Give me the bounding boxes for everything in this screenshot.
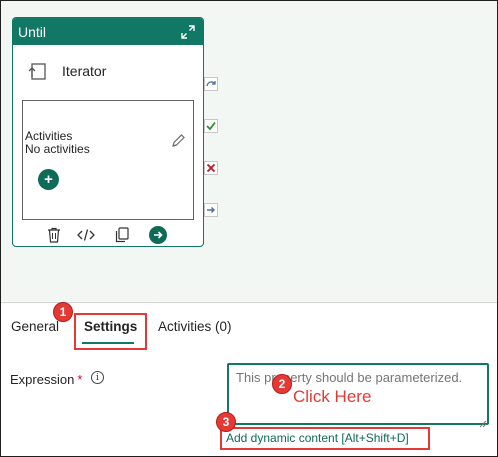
pipeline-canvas[interactable]: Until Iterator Activities No activities (1, 1, 497, 301)
properties-tabs: General Settings Activities (0) (1, 302, 497, 350)
iterator-label: Iterator (62, 63, 107, 79)
settings-tab-highlight (74, 313, 147, 350)
until-activity-card[interactable]: Until Iterator Activities No activities (12, 17, 204, 247)
pencil-icon[interactable] (170, 133, 186, 149)
expression-label: Expression * (10, 372, 82, 387)
no-activities-text: No activities (25, 142, 90, 156)
tab-activities[interactable]: Activities (0) (158, 319, 232, 334)
expression-input[interactable] (227, 363, 489, 425)
card-toolbar (13, 225, 203, 245)
delete-icon[interactable] (45, 226, 63, 244)
go-arrow-icon[interactable] (149, 226, 167, 244)
iterator-icon (27, 61, 47, 81)
copy-icon[interactable] (113, 226, 131, 244)
required-mark: * (77, 372, 83, 387)
tab-general[interactable]: General (11, 319, 59, 334)
expression-label-text: Expression (10, 372, 75, 387)
resize-grip-icon[interactable] (479, 415, 487, 428)
skip-connector-icon[interactable] (204, 77, 218, 91)
iterator-row: Iterator (27, 61, 106, 81)
add-dynamic-content-link[interactable]: Add dynamic content [Alt+Shift+D] (226, 431, 409, 445)
expand-icon[interactable] (180, 24, 196, 40)
add-icon[interactable]: + (38, 169, 59, 190)
failure-connector-icon[interactable] (204, 161, 218, 175)
step-badge-3: 3 (216, 412, 236, 432)
step-badge-2: 2 (272, 374, 292, 394)
completion-connector-icon[interactable] (204, 203, 218, 217)
code-icon[interactable] (77, 226, 95, 244)
until-title: Until (18, 23, 47, 40)
inner-activities-box[interactable]: Activities No activities + (22, 100, 194, 220)
step-badge-1: 1 (53, 302, 73, 322)
until-header: Until (13, 18, 203, 45)
info-icon[interactable]: i (91, 371, 104, 384)
success-connector-icon[interactable] (204, 119, 218, 133)
